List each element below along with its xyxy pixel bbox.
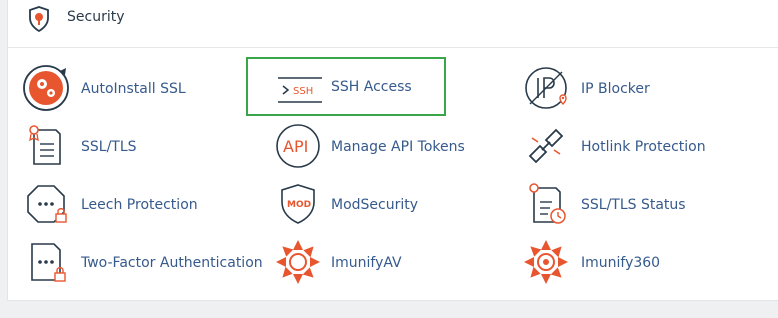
ssl-tls-status-link[interactable]: SSL/TLS Status xyxy=(520,178,750,232)
autoinstall-ssl-label: AutoInstall SSL xyxy=(81,81,186,97)
imunify360-link[interactable]: Imunify360 xyxy=(520,236,750,290)
mod-icon-text: MOD xyxy=(287,200,311,210)
security-panel: Security AutoInstall SSL SSH SSH Access xyxy=(7,0,778,301)
imunifyav-link[interactable]: ImunifyAV xyxy=(272,236,502,290)
two-factor-authentication-label: Two-Factor Authentication xyxy=(81,255,263,271)
section-header[interactable]: Security xyxy=(8,0,778,48)
imunify-av-icon xyxy=(276,240,320,284)
hotlink-protection-label: Hotlink Protection xyxy=(581,139,706,155)
ssl-tls-status-label: SSL/TLS Status xyxy=(581,197,686,213)
modsecurity-link[interactable]: MOD ModSecurity xyxy=(272,178,502,232)
terminal-ssh-icon: SSH xyxy=(278,77,322,103)
leech-protection-label: Leech Protection xyxy=(81,197,198,213)
imunifyav-label: ImunifyAV xyxy=(331,255,402,271)
ip-blocker-label: IP Blocker xyxy=(581,81,650,97)
imunify360-icon xyxy=(524,240,568,284)
ip-blocker-link[interactable]: IP Blocker xyxy=(520,62,750,116)
section-title: Security xyxy=(67,9,125,25)
autoinstall-ssl-icon xyxy=(23,65,69,111)
ssh-access-label: SSH Access xyxy=(331,78,412,95)
password-lock-icon xyxy=(27,185,67,223)
broken-link-icon xyxy=(528,128,564,164)
imunify360-label: Imunify360 xyxy=(581,255,661,271)
hotlink-protection-link[interactable]: Hotlink Protection xyxy=(520,120,750,174)
two-factor-icon xyxy=(31,243,66,282)
api-icon-text: API xyxy=(283,137,308,156)
ip-blocker-icon xyxy=(525,67,567,109)
shield-icon xyxy=(29,6,49,33)
manage-api-tokens-link[interactable]: API Manage API Tokens xyxy=(272,120,502,174)
ssl-tls-label: SSL/TLS xyxy=(81,139,137,155)
api-icon: API xyxy=(276,124,320,168)
ssl-tls-link[interactable]: SSL/TLS xyxy=(20,120,250,174)
two-factor-authentication-link[interactable]: Two-Factor Authentication xyxy=(20,236,265,290)
ssl-status-icon xyxy=(529,183,566,224)
leech-protection-link[interactable]: Leech Protection xyxy=(20,178,250,232)
mod-shield-icon: MOD xyxy=(281,184,315,224)
autoinstall-ssl-link[interactable]: AutoInstall SSL xyxy=(20,62,250,116)
page-background-strip xyxy=(0,308,778,318)
ssl-certificate-icon xyxy=(29,125,61,165)
manage-api-tokens-label: Manage API Tokens xyxy=(331,139,465,155)
ssh-icon-text: SSH xyxy=(293,86,313,97)
modsecurity-label: ModSecurity xyxy=(331,197,419,213)
ssh-access-link[interactable]: SSH SSH Access xyxy=(246,57,446,116)
